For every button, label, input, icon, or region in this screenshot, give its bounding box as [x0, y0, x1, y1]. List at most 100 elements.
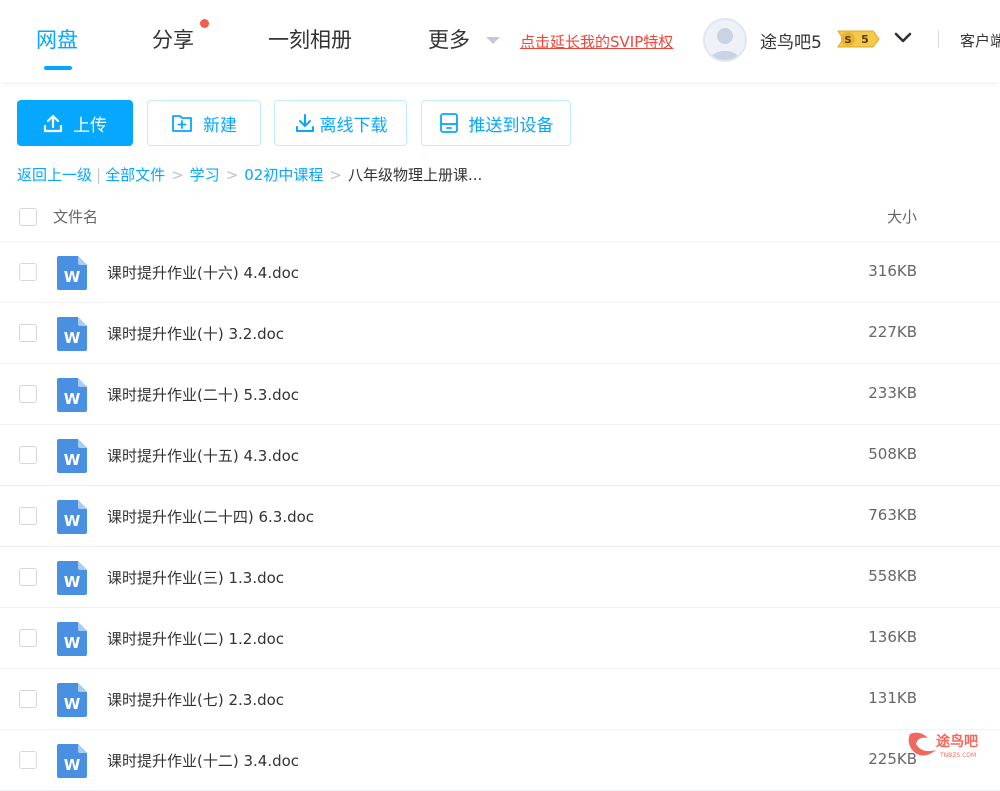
column-header-size[interactable]: 大小	[887, 206, 917, 227]
svg-text:W: W	[64, 695, 81, 713]
site-watermark-logo: 途鸟吧 TNBZS.COM	[908, 732, 978, 759]
svg-text:S: S	[844, 35, 851, 46]
client-download-link[interactable]: 客户端	[960, 30, 1000, 51]
file-name[interactable]: 课时提升作业(七) 2.3.doc	[107, 689, 284, 710]
svg-text:W: W	[64, 512, 81, 530]
file-size: 558KB	[868, 567, 917, 585]
file-size: 508KB	[868, 445, 917, 463]
file-name[interactable]: 课时提升作业(十五) 4.3.doc	[107, 445, 299, 466]
row-checkbox[interactable]	[19, 507, 37, 525]
svg-text:W: W	[64, 573, 81, 591]
notification-dot	[200, 19, 209, 28]
top-navigation: 网盘 分享 一刻相册 更多 点击延长我的SVIP特权 途鸟吧5 S 5 客户端	[0, 0, 1000, 82]
new-folder-button[interactable]: 新建	[147, 100, 261, 146]
word-doc-icon: W	[57, 317, 87, 351]
push-label: 推送到设备	[468, 115, 554, 136]
breadcrumb-separator: >	[171, 165, 184, 184]
file-name[interactable]: 课时提升作业(十) 3.2.doc	[107, 323, 284, 344]
file-row[interactable]: W 课时提升作业(十六) 4.4.doc 316KB	[0, 242, 1000, 303]
watermark-text: 途鸟吧	[936, 733, 978, 750]
push-to-device-button[interactable]: 推送到设备	[421, 100, 571, 146]
chevron-down-icon[interactable]	[893, 28, 913, 48]
file-size: 763KB	[868, 506, 917, 524]
file-size: 233KB	[868, 384, 917, 402]
word-doc-icon: W	[57, 439, 87, 473]
file-row[interactable]: W 课时提升作业(七) 2.3.doc 131KB	[0, 669, 1000, 730]
upload-icon	[43, 114, 63, 133]
new-label: 新建	[203, 115, 237, 136]
file-row[interactable]: W 课时提升作业(十) 3.2.doc 227KB	[0, 303, 1000, 364]
word-doc-icon: W	[57, 744, 87, 778]
row-checkbox[interactable]	[19, 324, 37, 342]
select-all-checkbox[interactable]	[19, 208, 37, 226]
row-checkbox[interactable]	[19, 263, 37, 281]
file-size: 227KB	[868, 323, 917, 341]
vip-level: 5	[861, 33, 869, 46]
word-doc-icon: W	[57, 622, 87, 656]
active-tab-indicator	[44, 66, 72, 70]
word-doc-icon: W	[57, 256, 87, 290]
breadcrumb-back[interactable]: 返回上一级	[17, 164, 92, 185]
breadcrumb: 返回上一级 | 全部文件 > 学习 > 02初中课程 > 八年级物理上册课...	[17, 164, 482, 185]
tab-netdisk[interactable]: 网盘	[36, 24, 78, 54]
file-name[interactable]: 课时提升作业(三) 1.3.doc	[107, 567, 284, 588]
file-name[interactable]: 课时提升作业(十六) 4.4.doc	[107, 262, 299, 283]
tab-album[interactable]: 一刻相册	[268, 24, 352, 54]
tab-more[interactable]: 更多	[428, 24, 470, 54]
offline-download-button[interactable]: 离线下载	[274, 100, 407, 146]
divider	[938, 30, 939, 48]
breadcrumb-separator: >	[329, 165, 342, 184]
more-dropdown-icon[interactable]	[486, 37, 500, 44]
watermark-sub: TNBZS.COM	[939, 752, 976, 759]
file-name[interactable]: 课时提升作业(十二) 3.4.doc	[107, 750, 299, 771]
row-checkbox[interactable]	[19, 446, 37, 464]
upload-button[interactable]: 上传	[17, 100, 133, 146]
row-checkbox[interactable]	[19, 385, 37, 403]
column-header-name[interactable]: 文件名	[53, 206, 98, 227]
word-doc-icon: W	[57, 378, 87, 412]
word-doc-icon: W	[57, 561, 87, 595]
row-checkbox[interactable]	[19, 629, 37, 647]
file-size: 136KB	[868, 628, 917, 646]
breadcrumb-divider: |	[96, 165, 102, 184]
folder-plus-icon	[172, 115, 192, 132]
breadcrumb-all-files[interactable]: 全部文件	[105, 164, 165, 185]
word-doc-icon: W	[57, 683, 87, 717]
file-name[interactable]: 课时提升作业(二十四) 6.3.doc	[107, 506, 314, 527]
device-icon	[439, 113, 458, 133]
tab-share[interactable]: 分享	[152, 24, 194, 54]
file-row[interactable]: W 课时提升作业(三) 1.3.doc 558KB	[0, 547, 1000, 608]
breadcrumb-junior-courses[interactable]: 02初中课程	[244, 164, 323, 185]
file-size: 131KB	[868, 689, 917, 707]
file-list: W 课时提升作业(十六) 4.4.doc 316KB W 课时提升作业(十) 3…	[0, 242, 1000, 791]
svip-extend-link[interactable]: 点击延长我的SVIP特权	[520, 31, 673, 52]
file-row[interactable]: W 课时提升作业(二十四) 6.3.doc 763KB	[0, 486, 1000, 547]
file-name[interactable]: 课时提升作业(二十) 5.3.doc	[107, 384, 299, 405]
word-doc-icon: W	[57, 500, 87, 534]
row-checkbox[interactable]	[19, 690, 37, 708]
offline-label: 离线下载	[319, 115, 388, 136]
breadcrumb-current: 八年级物理上册课...	[347, 166, 483, 184]
svg-text:W: W	[64, 451, 81, 469]
file-row[interactable]: W 课时提升作业(二) 1.2.doc 136KB	[0, 608, 1000, 669]
file-row[interactable]: W 课时提升作业(十五) 4.3.doc 508KB	[0, 425, 1000, 486]
avatar[interactable]	[703, 18, 747, 62]
svg-text:W: W	[64, 634, 81, 652]
svip-badge-icon: S 5	[837, 30, 880, 48]
file-name[interactable]: 课时提升作业(二) 1.2.doc	[107, 628, 284, 649]
username[interactable]: 途鸟吧5	[760, 28, 822, 53]
download-icon	[295, 114, 314, 132]
file-list-header: 文件名 大小	[0, 188, 1000, 242]
breadcrumb-separator: >	[225, 165, 239, 184]
svg-text:W: W	[64, 390, 81, 408]
svg-text:W: W	[64, 329, 81, 347]
row-checkbox[interactable]	[19, 568, 37, 586]
user-silhouette-icon	[705, 20, 745, 60]
breadcrumb-study[interactable]: 学习	[190, 164, 220, 185]
row-checkbox[interactable]	[19, 751, 37, 769]
svg-text:W: W	[64, 268, 81, 286]
file-size: 316KB	[868, 262, 917, 280]
file-row[interactable]: W 课时提升作业(二十) 5.3.doc 233KB	[0, 364, 1000, 425]
upload-label: 上传	[73, 115, 107, 136]
file-row[interactable]: W 课时提升作业(十二) 3.4.doc 225KB	[0, 730, 1000, 791]
